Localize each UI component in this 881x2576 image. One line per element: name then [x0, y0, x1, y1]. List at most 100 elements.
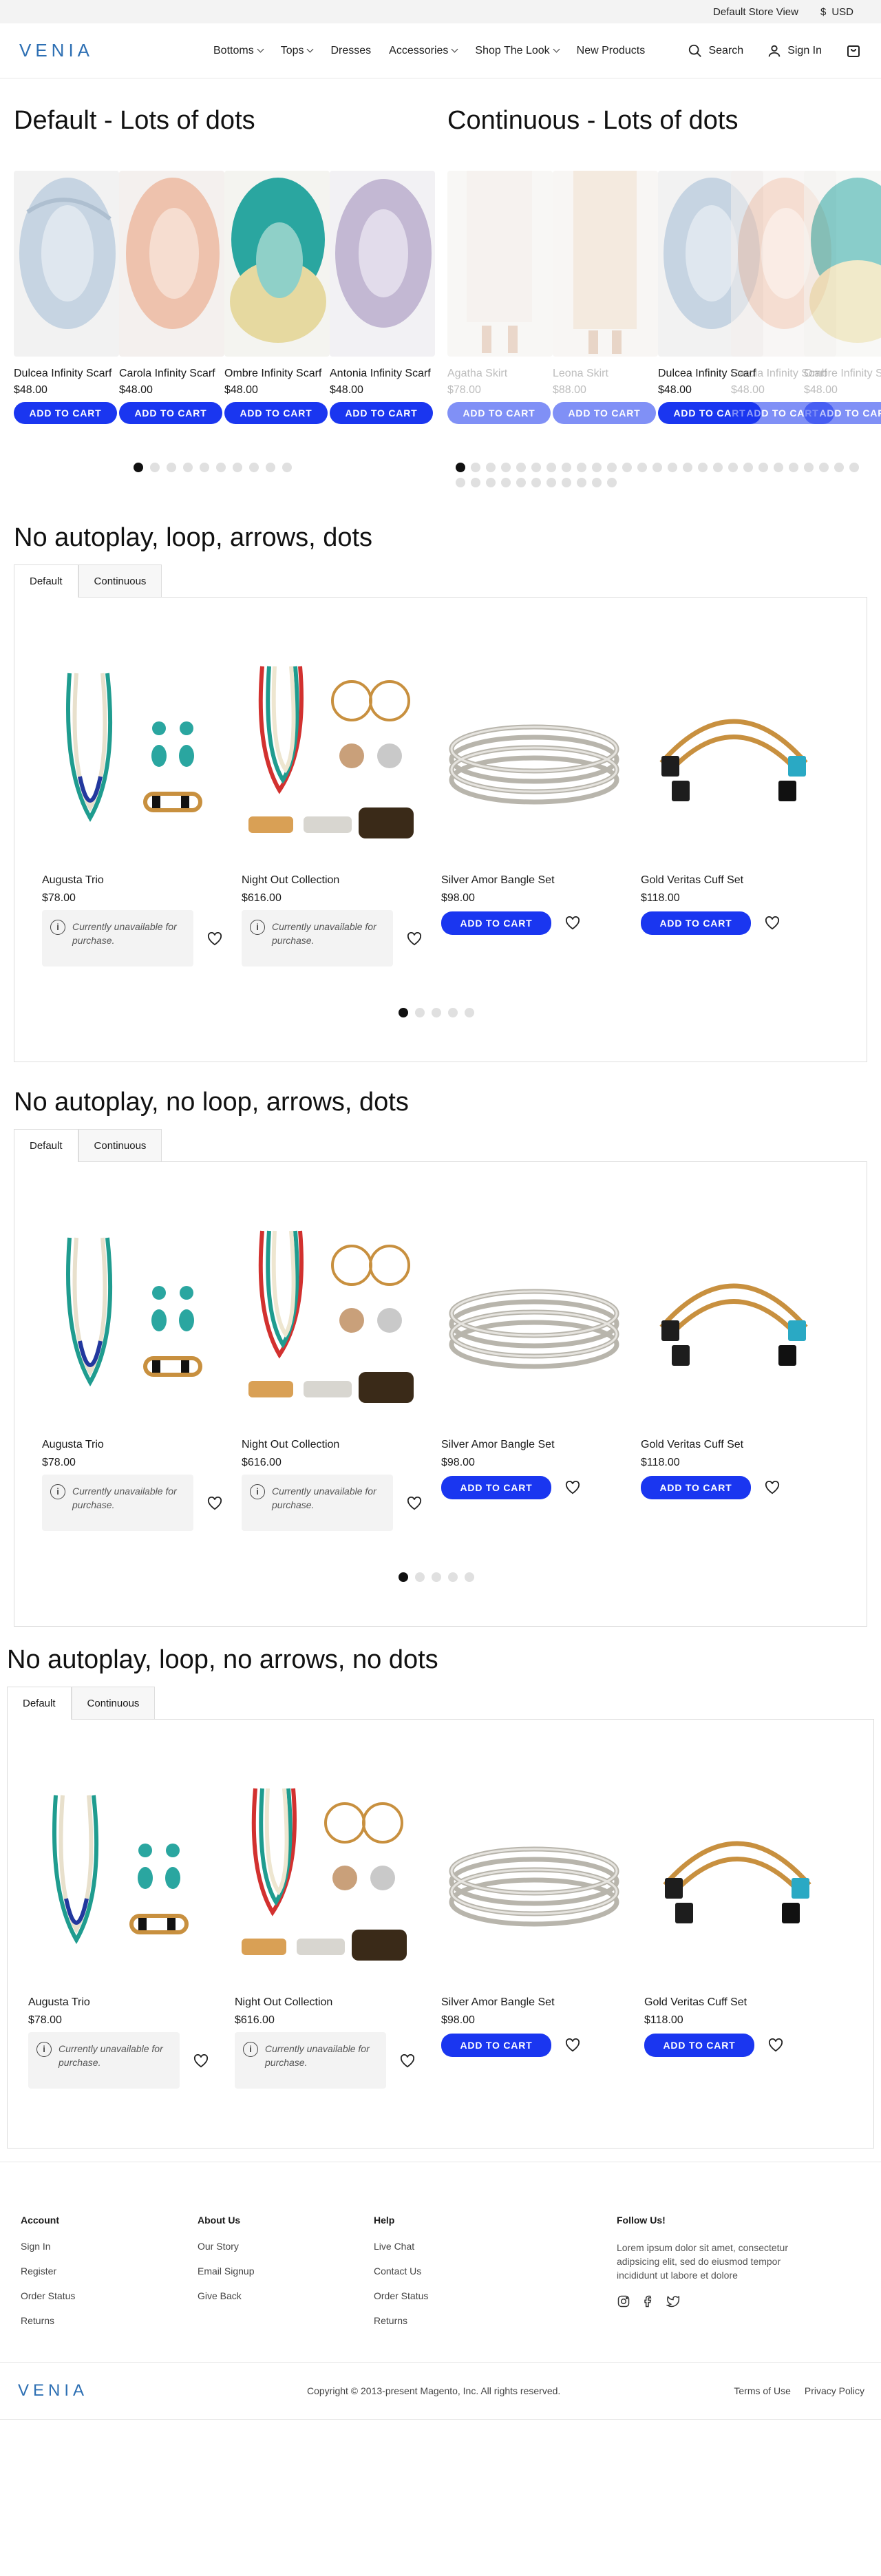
carousel-dot[interactable] — [448, 1572, 458, 1582]
product-name[interactable]: Night Out Collection — [235, 1996, 421, 2009]
carousel-dot[interactable] — [167, 463, 176, 472]
add-to-cart-button[interactable]: ADD TO CART — [441, 911, 551, 935]
carousel-dot[interactable] — [399, 1572, 408, 1582]
wishlist-heart-icon[interactable] — [407, 1496, 422, 1510]
product-tile[interactable]: Dulcea Infinity Scarf $48.00 ADD TO CART — [14, 171, 119, 424]
logo[interactable]: VENIA — [19, 40, 94, 61]
product-card[interactable]: Night Out Collection $616.00 i Currently un… — [242, 653, 427, 967]
tab-continuous[interactable]: Continuous — [71, 1687, 156, 1720]
footer-link[interactable]: Returns — [21, 2315, 75, 2326]
currency-switcher[interactable]: $ USD — [820, 6, 853, 18]
carousel-dot[interactable] — [415, 1572, 425, 1582]
product-image[interactable] — [224, 171, 330, 357]
add-to-cart-button[interactable]: ADD TO CART — [644, 2034, 754, 2057]
product-name[interactable]: Gold Veritas Cuff Set — [644, 1996, 830, 2009]
add-to-cart-button[interactable]: ADD TO CART — [553, 402, 656, 424]
carousel-dot[interactable] — [607, 463, 617, 472]
wishlist-heart-icon[interactable] — [768, 2038, 783, 2052]
product-name[interactable]: Augusta Trio — [42, 1439, 228, 1451]
carousel-dot[interactable] — [415, 1008, 425, 1017]
footer-link[interactable]: Email Signup — [198, 2266, 255, 2277]
add-to-cart-button[interactable]: ADD TO CART — [441, 2034, 551, 2057]
carousel-dot[interactable] — [546, 478, 556, 487]
carousel-dot[interactable] — [819, 463, 829, 472]
product-image[interactable] — [235, 1775, 421, 1981]
product-card[interactable]: Gold Veritas Cuff Set $118.00 ADD TO CART — [641, 653, 827, 935]
nav-item-shop-the-look[interactable]: Shop The Look — [475, 45, 560, 57]
carousel-dot[interactable] — [849, 463, 859, 472]
product-image[interactable] — [641, 1217, 827, 1424]
product-card[interactable]: Gold Veritas Cuff Set $118.00 ADD TO CART — [641, 1217, 827, 1499]
carousel-dot[interactable] — [516, 478, 526, 487]
product-card[interactable]: Silver Amor Bangle Set $98.00 ADD TO CART — [441, 653, 627, 935]
carousel-dot[interactable] — [465, 1572, 474, 1582]
wishlist-heart-icon[interactable] — [765, 916, 780, 930]
product-card[interactable]: Augusta Trio $78.00 i Currently unavailable… — [42, 1217, 228, 1531]
nav-item-new-products[interactable]: New Products — [577, 45, 646, 57]
product-name[interactable]: Augusta Trio — [42, 874, 228, 887]
carousel-dot[interactable] — [743, 463, 753, 472]
product-image[interactable] — [441, 1775, 627, 1981]
carousel-dot[interactable] — [789, 463, 798, 472]
carousel-dot[interactable] — [501, 463, 511, 472]
carousel-dot[interactable] — [183, 463, 193, 472]
carousel-dot[interactable] — [448, 1008, 458, 1017]
carousel-dot[interactable] — [134, 463, 143, 472]
carousel-dot[interactable] — [456, 478, 465, 487]
carousel-dot[interactable] — [592, 463, 602, 472]
nav-item-bottoms[interactable]: Bottoms — [213, 45, 264, 57]
tab-default[interactable]: Default — [14, 564, 78, 598]
add-to-cart-button[interactable]: ADD TO CART — [441, 1476, 551, 1499]
carousel-dot[interactable] — [456, 463, 465, 472]
carousel-dot[interactable] — [668, 463, 677, 472]
product-card[interactable]: Night Out Collection $616.00 i Currently un… — [235, 1775, 421, 2089]
carousel-dot[interactable] — [774, 463, 783, 472]
product-image[interactable] — [441, 653, 627, 859]
cart-icon[interactable] — [845, 43, 862, 59]
carousel-dot[interactable] — [698, 463, 708, 472]
add-to-cart-button[interactable]: ADD TO CART — [330, 402, 433, 424]
footer-link[interactable]: Returns — [374, 2315, 428, 2326]
sign-in-button[interactable]: Sign In — [767, 43, 822, 59]
carousel-dot[interactable] — [531, 478, 541, 487]
footer-link[interactable]: Our Story — [198, 2241, 255, 2252]
carousel-dot[interactable] — [713, 463, 723, 472]
add-to-cart-button[interactable]: ADD TO CART — [804, 402, 881, 424]
product-image[interactable] — [42, 653, 228, 859]
product-image[interactable] — [641, 653, 827, 859]
carousel-dot[interactable] — [471, 463, 480, 472]
product-tile[interactable]: Agatha Skirt $78.00 ADD TO CART — [447, 171, 553, 424]
carousel-dot[interactable] — [516, 463, 526, 472]
carousel-dot[interactable] — [233, 463, 242, 472]
carousel-dot[interactable] — [834, 463, 844, 472]
carousel-dot[interactable] — [804, 463, 814, 472]
product-tile[interactable]: Carola Infinity Scarf $48.00 ADD TO CART — [119, 171, 224, 424]
product-image[interactable] — [42, 1217, 228, 1424]
carousel-dot[interactable] — [501, 478, 511, 487]
product-image[interactable] — [119, 171, 224, 357]
add-to-cart-button[interactable]: ADD TO CART — [641, 911, 751, 935]
carousel-dot[interactable] — [486, 463, 496, 472]
product-name[interactable]: Augusta Trio — [28, 1996, 214, 2009]
carousel-dot[interactable] — [758, 463, 768, 472]
carousel-dot[interactable] — [249, 463, 259, 472]
product-card[interactable]: Augusta Trio $78.00 i Currently unavailable… — [28, 1775, 214, 2089]
carousel-dot[interactable] — [562, 463, 571, 472]
product-name[interactable]: Dulcea Infinity Scarf — [14, 368, 119, 380]
wishlist-heart-icon[interactable] — [765, 1480, 780, 1495]
wishlist-heart-icon[interactable] — [193, 2054, 209, 2068]
add-to-cart-button[interactable]: ADD TO CART — [14, 402, 117, 424]
carousel-dot[interactable] — [266, 463, 275, 472]
wishlist-heart-icon[interactable] — [400, 2054, 415, 2068]
tab-default[interactable]: Default — [14, 1129, 78, 1162]
terms-link[interactable]: Terms of Use — [734, 2385, 790, 2396]
product-tile[interactable]: Antonia Infinity Scarf $48.00 ADD TO CAR… — [330, 171, 435, 424]
footer-link[interactable]: Order Status — [374, 2290, 428, 2301]
carousel-dot[interactable] — [486, 478, 496, 487]
nav-item-accessories[interactable]: Accessories — [389, 45, 458, 57]
product-name[interactable]: Silver Amor Bangle Set — [441, 874, 627, 887]
footer-link[interactable]: Sign In — [21, 2241, 75, 2252]
footer-link[interactable]: Contact Us — [374, 2266, 428, 2277]
carousel-dot[interactable] — [216, 463, 226, 472]
wishlist-heart-icon[interactable] — [565, 2038, 580, 2052]
